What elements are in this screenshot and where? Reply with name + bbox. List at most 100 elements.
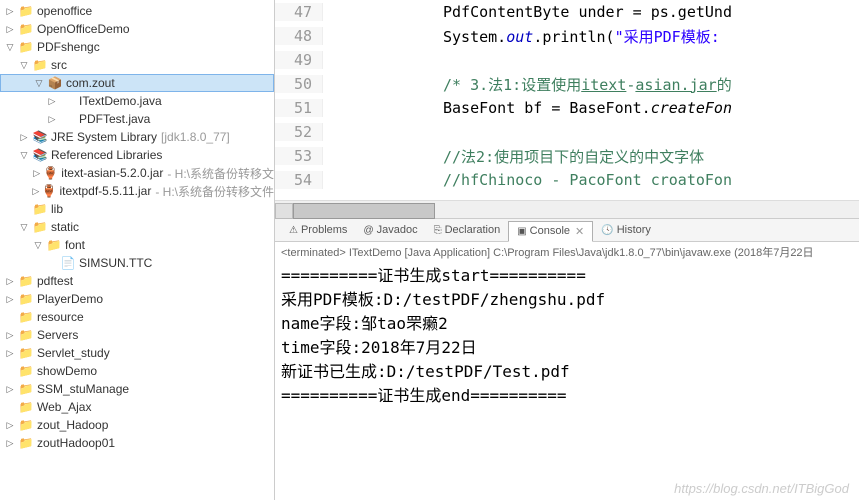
code-content[interactable]: BaseFont bf = BaseFont.createFon <box>323 99 732 117</box>
tree-item-openofficedemo[interactable]: ▷📁OpenOfficeDemo <box>0 20 274 38</box>
line-number: 48 <box>275 27 323 45</box>
expand-icon[interactable] <box>4 401 16 413</box>
watermark: https://blog.csdn.net/ITBigGod <box>674 481 849 496</box>
tab-label: Javadoc <box>377 224 418 236</box>
item-icon: 📁 <box>18 21 34 37</box>
tree-item-servlet-study[interactable]: ▷📁Servlet_study <box>0 344 274 362</box>
item-icon: 📁 <box>18 309 34 325</box>
tree-item-openoffice[interactable]: ▷📁openoffice <box>0 2 274 20</box>
code-content[interactable]: PdfContentByte under = ps.getUnd <box>323 3 732 21</box>
item-label: zout_Hadoop <box>37 418 108 432</box>
expand-icon[interactable]: ▷ <box>18 131 30 143</box>
tree-item-com-zout[interactable]: ▽📦com.zout <box>0 74 274 92</box>
expand-icon[interactable]: ▽ <box>4 41 16 53</box>
code-content[interactable]: //hfChinoco - PacoFont croatoFon <box>323 171 732 189</box>
item-icon: 📁 <box>18 273 34 289</box>
item-icon: 📁 <box>18 327 34 343</box>
code-editor[interactable]: 47PdfContentByte under = ps.getUnd48Syst… <box>275 0 859 200</box>
tree-item-pdfshengc[interactable]: ▽📁PDFshengc <box>0 38 274 56</box>
expand-icon[interactable] <box>18 203 30 215</box>
expand-icon[interactable] <box>46 257 58 269</box>
console-output[interactable]: ==========证书生成start==========采用PDF模板:D:/… <box>275 262 859 500</box>
code-content[interactable]: System.out.println("采用PDF模板: <box>323 26 720 47</box>
expand-icon[interactable]: ▷ <box>46 113 58 125</box>
tree-item-lib[interactable]: 📁lib <box>0 200 274 218</box>
expand-icon[interactable]: ▷ <box>4 329 16 341</box>
expand-icon[interactable]: ▷ <box>4 419 16 431</box>
tree-item-zout-hadoop[interactable]: ▷📁zout_Hadoop <box>0 416 274 434</box>
tree-item-font[interactable]: ▽📁font <box>0 236 274 254</box>
item-path: - H:\系统备份转移文件 <box>155 183 274 200</box>
item-label: font <box>65 238 85 252</box>
tree-item-pdftest-java[interactable]: ▷🷀PDFTest.java <box>0 110 274 128</box>
code-content[interactable]: /* 3.法1:设置使用itext-asian.jar的 <box>323 74 732 95</box>
item-icon: 📁 <box>32 57 48 73</box>
tree-item-resource[interactable]: 📁resource <box>0 308 274 326</box>
tree-item-pdftest[interactable]: ▷📁pdftest <box>0 272 274 290</box>
tab-icon: ⎘ <box>434 225 442 236</box>
tab-icon: @ <box>363 225 373 236</box>
horizontal-scrollbar[interactable] <box>275 200 859 218</box>
item-label: PlayerDemo <box>37 292 103 306</box>
expand-icon[interactable]: ▽ <box>32 239 44 251</box>
tab-label: Declaration <box>445 224 501 236</box>
tree-item-zouthadoop01[interactable]: ▷📁zoutHadoop01 <box>0 434 274 452</box>
tree-item-src[interactable]: ▽📁src <box>0 56 274 74</box>
close-icon[interactable]: ✕ <box>575 225 584 238</box>
expand-icon[interactable]: ▽ <box>18 221 30 233</box>
tree-item-web-ajax[interactable]: 📁Web_Ajax <box>0 398 274 416</box>
tree-item-simsun-ttc[interactable]: 📄SIMSUN.TTC <box>0 254 274 272</box>
item-icon: 📄 <box>60 255 76 271</box>
tree-item-servers[interactable]: ▷📁Servers <box>0 326 274 344</box>
tab-problems[interactable]: ⚠Problems <box>281 221 355 239</box>
tab-history[interactable]: 🕓History <box>593 221 659 239</box>
tab-label: Console <box>530 225 570 237</box>
tree-item-ssm-stumanage[interactable]: ▷📁SSM_stuManage <box>0 380 274 398</box>
item-icon: 📁 <box>32 219 48 235</box>
item-label: Servers <box>37 328 78 342</box>
project-explorer[interactable]: ▷📁openoffice▷📁OpenOfficeDemo▽📁PDFshengc▽… <box>0 0 275 500</box>
expand-icon[interactable] <box>4 311 16 323</box>
item-icon: 📚 <box>32 129 48 145</box>
item-path: - H:\系统备份转移文 <box>167 165 274 182</box>
expand-icon[interactable]: ▷ <box>4 5 16 17</box>
expand-icon[interactable] <box>4 365 16 377</box>
expand-icon[interactable]: ▷ <box>4 23 16 35</box>
tab-icon: 🕓 <box>601 225 613 236</box>
expand-icon[interactable]: ▷ <box>46 95 58 107</box>
expand-icon[interactable]: ▷ <box>32 185 40 197</box>
expand-icon[interactable]: ▽ <box>18 149 30 161</box>
tree-item-playerdemo[interactable]: ▷📁PlayerDemo <box>0 290 274 308</box>
line-number: 49 <box>275 51 323 69</box>
expand-icon[interactable]: ▷ <box>4 347 16 359</box>
tree-item-itextpdf-5-5-11-jar[interactable]: ▷🏺itextpdf-5.5.11.jar- H:\系统备份转移文件 <box>0 182 274 200</box>
tree-item-showdemo[interactable]: 📁showDemo <box>0 362 274 380</box>
item-label: pdftest <box>37 274 73 288</box>
item-icon: 📁 <box>32 201 48 217</box>
expand-icon[interactable]: ▷ <box>4 275 16 287</box>
tree-item-static[interactable]: ▽📁static <box>0 218 274 236</box>
expand-icon[interactable]: ▷ <box>4 293 16 305</box>
tab-declaration[interactable]: ⎘Declaration <box>426 221 509 239</box>
item-icon: 📁 <box>18 3 34 19</box>
expand-icon[interactable]: ▷ <box>4 437 16 449</box>
item-label: Servlet_study <box>37 346 110 360</box>
code-content[interactable]: //法2:使用项目下的自定义的中文字体 <box>323 146 704 167</box>
tree-item-referenced-libraries[interactable]: ▽📚Referenced Libraries <box>0 146 274 164</box>
item-label: SSM_stuManage <box>37 382 129 396</box>
item-icon: 🷀 <box>60 111 76 127</box>
expand-icon[interactable]: ▷ <box>32 167 41 179</box>
item-icon: 📚 <box>32 147 48 163</box>
tab-console[interactable]: ▣Console ✕ <box>508 221 593 242</box>
expand-icon[interactable]: ▷ <box>4 383 16 395</box>
expand-icon[interactable]: ▽ <box>33 77 45 89</box>
line-number: 51 <box>275 99 323 117</box>
tree-item-itextdemo-java[interactable]: ▷🷀ITextDemo.java <box>0 92 274 110</box>
item-label: resource <box>37 310 84 324</box>
tree-item-jre-system-library[interactable]: ▷📚JRE System Library[jdk1.8.0_77] <box>0 128 274 146</box>
tab-javadoc[interactable]: @ Javadoc <box>355 221 425 239</box>
tree-item-itext-asian-5-2-0-jar[interactable]: ▷🏺itext-asian-5.2.0.jar- H:\系统备份转移文 <box>0 164 274 182</box>
item-label: showDemo <box>37 364 97 378</box>
item-label: zoutHadoop01 <box>37 436 115 450</box>
expand-icon[interactable]: ▽ <box>18 59 30 71</box>
